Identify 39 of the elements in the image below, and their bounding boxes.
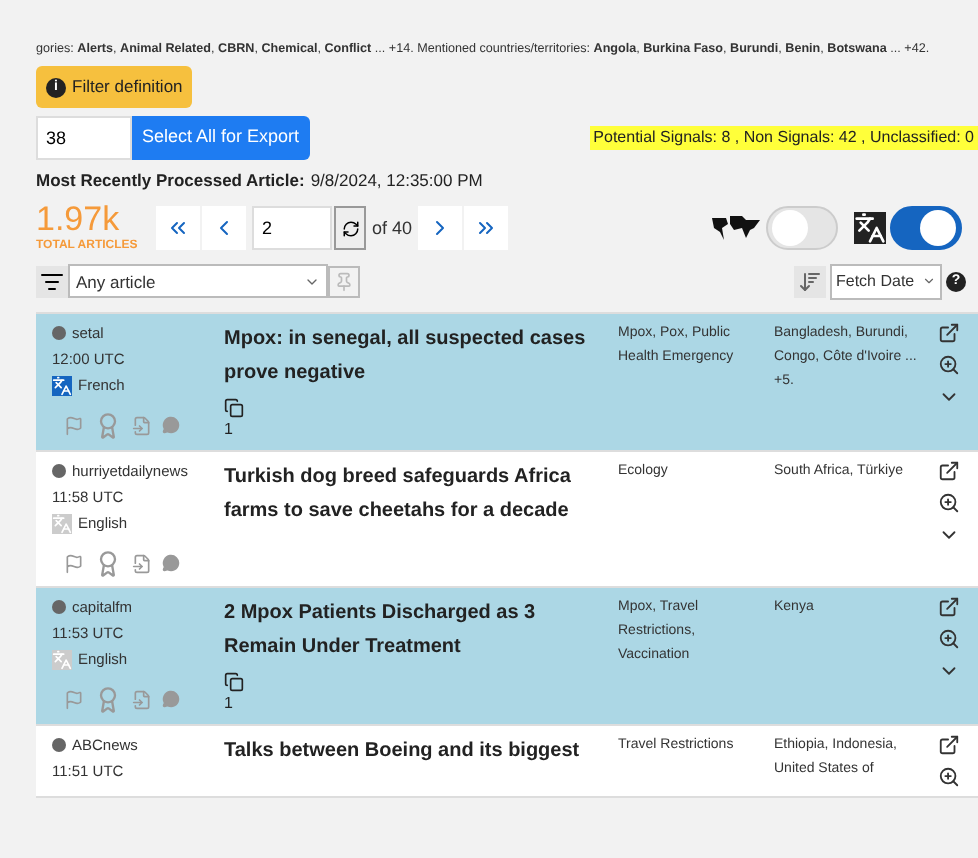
- article-filter-select[interactable]: Any article: [68, 264, 328, 299]
- sort-icon[interactable]: [794, 265, 826, 298]
- article-title[interactable]: Mpox: in senegal, all suspected cases prove negative: [224, 321, 602, 390]
- open-link-icon[interactable]: [937, 595, 959, 618]
- zoom-in-icon[interactable]: [937, 491, 959, 514]
- article-title[interactable]: 2 Mpox Patients Discharged as 3 Remain Under Treatment: [224, 595, 602, 664]
- last-page-button[interactable]: [464, 206, 509, 251]
- flag-icon[interactable]: [64, 553, 84, 574]
- select-all-export-button[interactable]: Select All for Export: [132, 116, 310, 161]
- translate-icon: [854, 212, 886, 245]
- zoom-in-icon[interactable]: [937, 765, 959, 788]
- badge-icon[interactable]: [94, 549, 122, 578]
- article-title[interactable]: Talks between Boeing and its biggest: [224, 733, 602, 768]
- first-page-button[interactable]: [156, 206, 200, 251]
- comment-icon[interactable]: [162, 554, 180, 573]
- open-link-icon[interactable]: [937, 733, 959, 756]
- dropdown-caret-icon: [922, 274, 936, 289]
- signals-summary: Potential Signals: 8 , Non Signals: 42 , Unclassified: 0: [589, 126, 978, 151]
- zoom-in-icon[interactable]: [937, 353, 959, 376]
- open-link-icon[interactable]: [937, 321, 959, 344]
- page-number-field[interactable]: 2: [252, 206, 332, 251]
- open-link-icon[interactable]: [937, 459, 959, 482]
- sort-select[interactable]: Fetch Date: [830, 263, 942, 300]
- duplicates-count: 1: [224, 417, 233, 442]
- recent-article-date: 9/8/2024, 12:35:00 PM: [310, 168, 483, 194]
- recent-article-label: Most Recently Processed Article:: [36, 168, 305, 194]
- total-articles-count: 1.97k: [36, 201, 122, 238]
- export-count-field[interactable]: 38: [36, 116, 132, 161]
- file-import-icon[interactable]: [132, 553, 152, 574]
- refresh-button[interactable]: [334, 206, 366, 251]
- duplicates-icon[interactable]: [224, 671, 244, 692]
- toggle-switch[interactable]: [890, 206, 962, 251]
- page-total: of 40: [372, 215, 413, 242]
- duplicates-icon[interactable]: [224, 397, 244, 418]
- refresh-icon: [341, 219, 359, 238]
- zoom-in-icon[interactable]: [937, 627, 959, 650]
- filter-icon[interactable]: [36, 265, 68, 298]
- duplicates-count: 1: [224, 691, 233, 716]
- article-title[interactable]: Turkish dog breed safeguards Africa farms to save cheetahs for a decade: [224, 459, 602, 528]
